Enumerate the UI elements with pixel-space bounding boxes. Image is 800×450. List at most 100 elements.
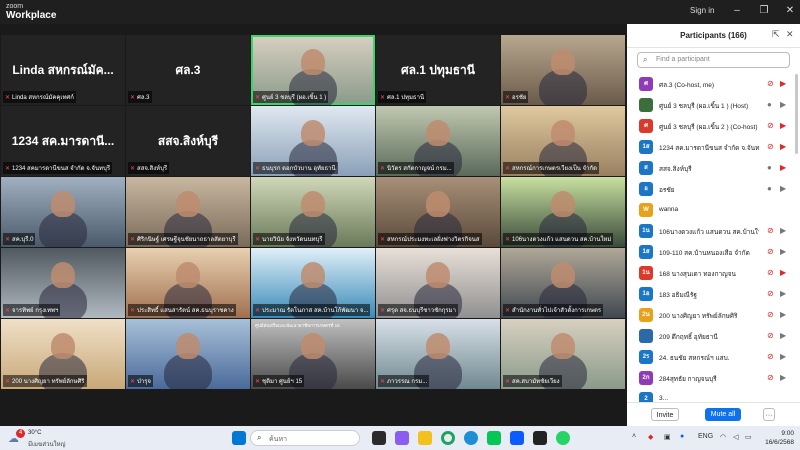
participant-row[interactable]: 2ร 24. ธนชัย สหกรณ์ฯ แสบ. ⊘ ▶ [627,347,800,368]
participant-row[interactable]: ศูนย์ 3 ชลบุรี (ผอ.เขิ้น 1 ) (Host) ● ▶ [627,95,800,116]
participant-video-tile[interactable]: ✕ สำนักงานทั่วไปเจ้าสัวตั้งการเกษตร [501,248,625,318]
participant-row[interactable]: 2ก 284สุทธัย กาญจนบุรี ⊘ ▶ [627,368,800,389]
system-clock[interactable]: 9:00 16/6/2568 [756,429,794,447]
participant-video-tile[interactable]: ✕ 106นางดวงแก้ว แสนดวน สค.บ้านใหม่ [501,177,625,247]
participant-video-tile[interactable]: ✕ ศิริกนิษฐ์ เศรษฐีจุนชัยนาถธาลสัตยาบุรี [126,177,250,247]
mic-muted-icon: ⊘ [767,373,774,382]
mic-muted-icon: ✕ [380,308,386,314]
participant-video-tile[interactable]: ✕ ประมาณ รัตโนภาส สค.บ้านโก้พัฒนา จ... [251,248,375,318]
participant-row[interactable]: Wwanna [627,200,800,221]
participant-caption: ✕ สหกรณ์ประมงทะเลฝั่งฟางวิตรกิจนส [378,233,482,245]
zoom-taskbar-icon[interactable] [510,431,524,445]
participant-row[interactable]: 1น 106นางดวงแก้ว แสนดวน สค.บ้านใหม่... ⊘ ▶ [627,221,800,242]
participant-video-tile[interactable]: ✕ สหกรณ์ประมงทะเลฝั่งฟางวิตรกิจนส [376,177,500,247]
presentation-banner: ศูนย์ส่งเสริมและพัฒนาอาชีพการเกษตรที่ 15 [255,323,340,328]
participant-caption: ✕ ชุติมา ศูนย์ฯ 15 [253,375,305,387]
participant-row[interactable]: อ อรชัย ● ▶ [627,179,800,200]
zoom-tray-icon[interactable]: ● [680,433,684,440]
volume-icon[interactable]: ◁ [733,433,738,441]
chevron-up-icon[interactable]: ˄ [632,433,636,440]
participant-video-tile[interactable]: ศล.3 ✕ ศล.3 [126,35,250,105]
participant-caption-text: นายวินัย จังหวัดนนทบุรี [262,237,323,243]
participant-head [51,333,75,359]
participant-video-tile[interactable]: ✕ สค.บุรี.0 [1,177,125,247]
participant-video-tile[interactable]: ✕ สหกรณ์การเกษตรเวียงเป็น จำกัด [501,106,625,176]
participant-video-tile[interactable]: ✕ ศรุต สจ.ธนบุรีชาวชักกุรมา [376,248,500,318]
participant-video-tile[interactable]: ✕ ธนบุรก ดอกบัวบาน อุทัยธานี [251,106,375,176]
participant-caption: ✕ ศูนย์ 3 ชลบุรี (ผอ.เขิ้น 1 ) [253,91,329,103]
whatsapp-icon[interactable] [556,431,570,445]
more-options-button[interactable]: ··· [763,408,775,421]
weather-temp: 30°C [28,430,42,436]
participant-name: 183 อธิมณีรัฐ [659,292,697,299]
taskbar-search[interactable]: ⌕ ค้นหา [250,430,360,446]
participant-video-tile[interactable]: ✕ ภาวรรณ กรม... [376,319,500,389]
participant-video-tile[interactable]: สสจ.สิงห์บุรี ✕ สสจ.สิงห์บุรี [126,106,250,176]
pop-out-icon[interactable]: ⇱ [772,29,780,40]
participant-video-tile[interactable]: ศล.1 ปทุมธานี ✕ ศล.1 ปทุมธานี [376,35,500,105]
participant-row[interactable]: 2น 200 นางศิญยา ทรัพย์ลักษศิริ ⊘ ▶ [627,305,800,326]
participant-caption: ✕ ศล.3 [128,91,152,103]
edge-icon[interactable] [464,431,478,445]
participant-caption: ✕ 106นางดวงแก้ว แสนดวน สค.บ้านใหม่ [503,233,614,245]
participant-video-tile[interactable]: ศูนย์ส่งเสริมและพัฒนาอาชีพการเกษตรที่ 15… [251,319,375,389]
mic-muted-icon: ✕ [5,166,11,172]
antivirus-icon[interactable]: ◆ [648,433,653,441]
participant-video-tile[interactable]: ✕ ป่ารุจ [126,319,250,389]
invite-button[interactable]: Invite [651,408,679,421]
participant-video-tile[interactable]: ✕ นิวัตร สกัดกาญจน์ กรม... [376,106,500,176]
participant-video-tile[interactable]: ✕ 200 นางศิญยา ทรัพย์ลักษศิริ [1,319,125,389]
mic-muted-icon: ⊘ [767,331,774,340]
capcut-icon[interactable] [533,431,547,445]
participant-row[interactable]: ศ ศล.3 (Co-host, me) ⊘ ▶ [627,74,800,95]
copilot-icon[interactable] [395,431,409,445]
wifi-icon[interactable]: ◠ [720,433,726,441]
close-icon[interactable]: ✕ [783,4,797,18]
mic-muted-icon: ⊘ [767,79,774,88]
participant-row[interactable]: 1ส 1234 สค.มารดานีขนส จำกัด จ.จันทบุรี ⊘ ▶ [627,137,800,158]
participant-row[interactable]: 1ส 109-110 สค.บ้านหนองเสือ จำกัด ⊘ ▶ [627,242,800,263]
battery-icon[interactable]: ▭ [745,433,752,441]
minimize-icon[interactable]: – [730,4,744,18]
participant-name: 106นางดวงแก้ว แสนดวน สค.บ้านใหม่... [659,229,759,236]
close-panel-icon[interactable]: ✕ [786,29,794,40]
participant-head [426,191,450,217]
participant-row[interactable]: 209 ดึกฤทธิ์ อุทัยธานี ⊘ ▶ [627,326,800,347]
participant-caption-text: อรชัย [512,95,527,101]
windows-start-icon[interactable] [232,431,246,445]
language-indicator[interactable]: ENG [698,433,713,440]
mic-muted-icon: ✕ [130,237,136,243]
weather-desc: มีเมฆส่วนใหญ่ [28,442,66,448]
participant-row[interactable]: ส สสจ.สิงห์บุรี ● ▶ [627,158,800,179]
participant-list-scrollbar[interactable] [795,74,798,154]
chrome-icon[interactable] [441,431,455,445]
participant-list: ศศล.3 (Co-host, me) ⊘ ▶ ศูนย์ 3 ชลบุรี (ผอ.… [627,74,800,419]
participant-video-tile[interactable]: Linda สหกรณ์มัค... ✕ Linda สหกรณ์มัคคุเทศก… [1,35,125,105]
camera-tray-icon[interactable]: ▣ [664,433,671,441]
participant-row[interactable]: 1อ 183 อธิมณีรัฐ ⊘ ▶ [627,284,800,305]
mic-muted-icon: ✕ [130,166,136,172]
mic-muted-icon: ✕ [5,308,11,314]
video-off-icon: ▶ [780,121,787,130]
logo-workplace: Workplace [6,10,57,21]
participant-search-input[interactable]: ⌕ Find a participant [637,52,790,68]
sign-in-link[interactable]: Sign in [690,6,714,15]
mute-all-button[interactable]: Mute all [705,408,741,421]
file-explorer-icon[interactable] [418,431,432,445]
participant-video-tile[interactable]: ✕ สค.สบามัทชัยเวียง [501,319,625,389]
participant-video-tile[interactable]: 1234 สค.มารดานี... ✕ 1234 สคมารดานีขนส จำก… [1,106,125,176]
task-view-icon[interactable] [372,431,386,445]
participant-video-tile[interactable]: ✕ ประสิทธิ์ แสนสารัตน์ สค.ธนบุราชคาง [126,248,250,318]
participant-avatar: ส [639,161,653,175]
participant-row[interactable]: ศ ศูนย์ 3 ชลบุรี (ผอ.เขิ้น 2 ) (Co-host) ⊘… [627,116,800,137]
restore-icon[interactable]: ❐ [757,4,771,18]
participant-video-tile[interactable]: ✕ นายวินัย จังหวัดนนทบุรี [251,177,375,247]
participant-video-tile[interactable]: ✕ ศูนย์ 3 ชลบุรี (ผอ.เขิ้น 1 ) [251,35,375,105]
participant-row[interactable]: 1น 168 นางสุนเดา ทองกาญจน ⊘ ▶ [627,263,800,284]
mic-muted-icon: ⊘ [767,289,774,298]
participant-video-tile[interactable]: ✕ อรชัย [501,35,625,105]
participant-video-tile[interactable]: ✕ จารทิพย์ กรุงเทพฯ [1,248,125,318]
line-icon[interactable] [487,431,501,445]
mic-muted-icon: ✕ [380,95,386,101]
video-off-icon: ▶ [780,142,787,151]
